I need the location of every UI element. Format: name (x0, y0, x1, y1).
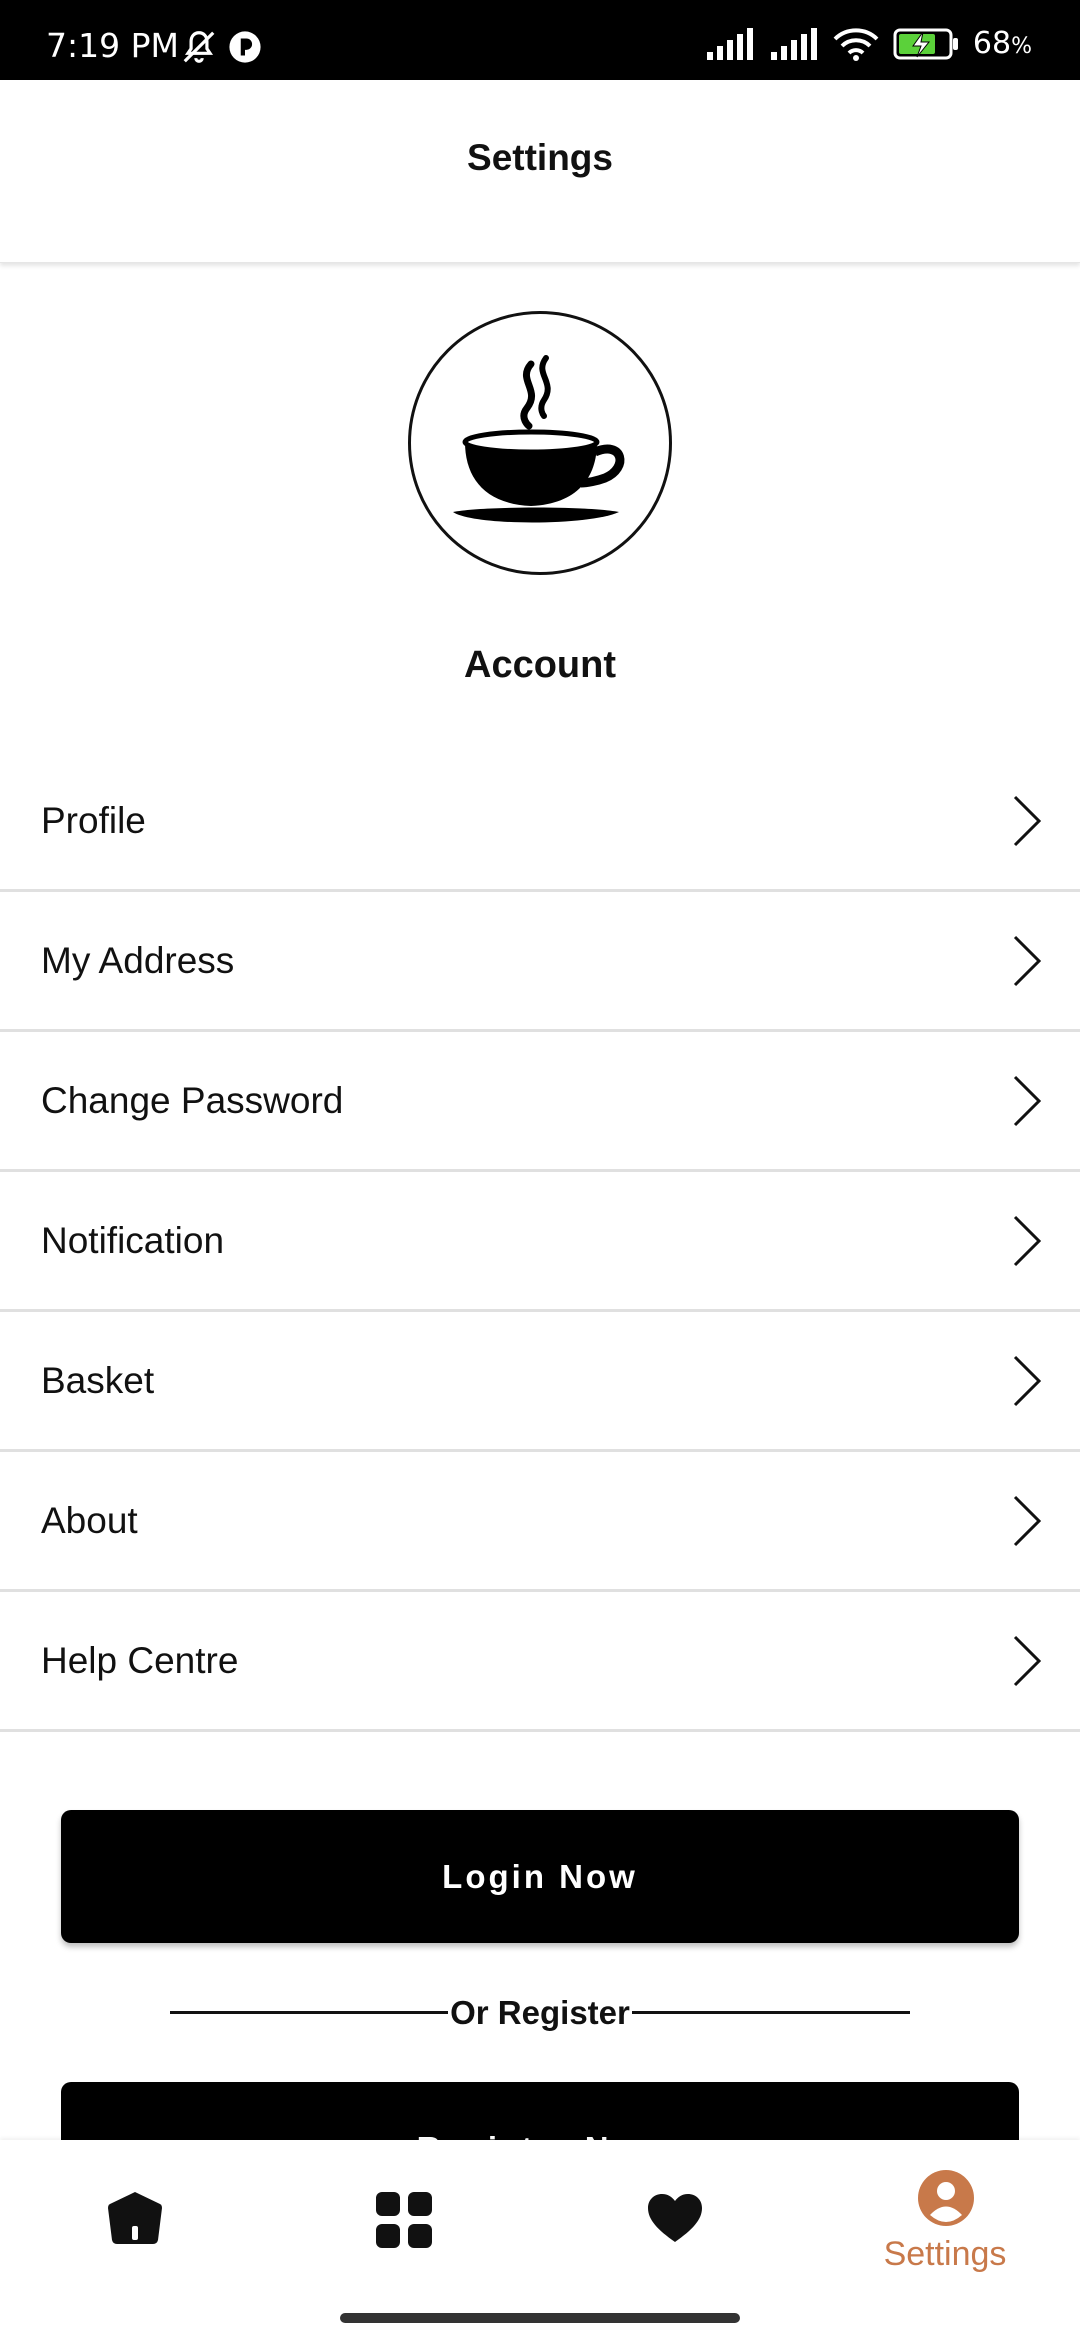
menu-item-my-address[interactable]: My Address (0, 892, 1080, 1032)
chevron-right-icon (1013, 1635, 1042, 1686)
grid-icon (376, 2192, 432, 2248)
chevron-right-icon (1013, 1215, 1042, 1266)
menu-item-label: About (41, 1499, 138, 1541)
page-title: Settings (467, 137, 613, 178)
status-time: 7:19 PM (46, 26, 179, 65)
divider-line (632, 2011, 910, 2014)
settings-menu: Profile My Address Change Password Notif… (0, 752, 1080, 1732)
battery-percentage: 68% (972, 26, 1032, 61)
nav-item-favorites[interactable] (540, 2140, 810, 2300)
status-left-icons (180, 28, 262, 66)
nav-item-settings[interactable]: Settings (810, 2140, 1080, 2300)
app-notification-icon (229, 31, 261, 63)
nav-item-home[interactable] (0, 2140, 270, 2300)
battery-charging-icon (893, 28, 958, 59)
or-register-divider: Or Register (170, 1990, 910, 2034)
heart-icon (648, 2194, 702, 2242)
bell-off-icon (183, 31, 215, 63)
bottom-navigation: Settings (0, 2140, 1080, 2340)
menu-item-change-password[interactable]: Change Password (0, 1032, 1080, 1172)
nav-item-categories[interactable] (270, 2140, 540, 2300)
nav-item-label: Settings (883, 2235, 1007, 2273)
chevron-right-icon (1013, 935, 1042, 986)
menu-item-label: My Address (41, 939, 235, 981)
menu-item-help-centre[interactable]: Help Centre (0, 1592, 1080, 1732)
menu-item-about[interactable]: About (0, 1452, 1080, 1592)
menu-item-label: Help Centre (41, 1639, 239, 1681)
login-button[interactable]: Login Now (61, 1810, 1019, 1943)
menu-item-label: Notification (41, 1219, 225, 1261)
profile-icon (918, 2170, 974, 2226)
menu-item-notification[interactable]: Notification (0, 1172, 1080, 1312)
app-header: Settings (0, 80, 1080, 263)
chevron-right-icon (1013, 795, 1042, 846)
chevron-right-icon (1013, 1495, 1042, 1546)
signal-icon (770, 27, 817, 60)
chevron-right-icon (1013, 1075, 1042, 1126)
status-right-icons: 68% (705, 26, 1032, 61)
coffee-cup-icon (453, 355, 625, 523)
chevron-right-icon (1013, 1355, 1042, 1406)
menu-item-label: Change Password (41, 1079, 344, 1121)
status-bar: 7:19 PM 68% (0, 0, 1080, 80)
menu-item-basket[interactable]: Basket (0, 1312, 1080, 1452)
home-indicator[interactable] (340, 2313, 740, 2323)
wifi-icon (833, 27, 879, 61)
menu-item-profile[interactable]: Profile (0, 752, 1080, 892)
home-icon (108, 2192, 162, 2244)
avatar[interactable] (408, 311, 672, 575)
signal-icon (706, 27, 753, 60)
menu-item-label: Profile (41, 799, 146, 841)
menu-item-label: Basket (41, 1359, 155, 1401)
login-button-label: Login Now (442, 1857, 638, 1895)
account-title: Account (464, 644, 616, 686)
